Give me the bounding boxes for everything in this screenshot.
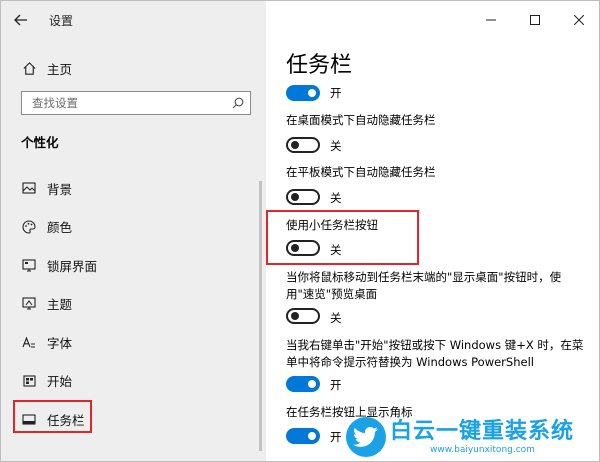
autohide-desktop-toggle[interactable] (286, 137, 320, 153)
search-box[interactable] (21, 91, 251, 115)
small-buttons-highlight-box (266, 210, 419, 265)
palette-icon (21, 219, 37, 235)
watermark: 白云一键重装系统 www.baiyunxitong.com (346, 415, 596, 459)
toggle-state: 关 (330, 311, 342, 325)
setting-label: 在平板模式下自动隐藏任务栏 (286, 165, 436, 179)
sidebar-item-label: 背景 (47, 181, 73, 197)
close-button[interactable] (557, 1, 599, 39)
toggle-state: 开 (330, 430, 342, 444)
toggle-state: 关 (330, 139, 342, 153)
setting-label: 在桌面模式下自动隐藏任务栏 (286, 113, 436, 127)
toggle-state: 开 (330, 378, 342, 392)
autohide-tablet-toggle[interactable] (286, 189, 320, 205)
minimize-icon (486, 19, 496, 21)
sidebar-item-label: 主页 (47, 61, 73, 77)
settings-window: 设置 主页 个性化 背景 (0, 0, 600, 462)
title-bar-left: 设置 (1, 1, 266, 39)
image-icon (21, 180, 37, 196)
theme-icon (21, 296, 37, 312)
sidebar-item-label: 开始 (47, 374, 73, 390)
setting-label: 单中将命令提示符替换为 Windows PowerShell (286, 355, 534, 369)
sidebar-item-label: 颜色 (47, 220, 73, 236)
sidebar-item-label: 锁屏界面 (47, 258, 98, 274)
app-title: 设置 (49, 13, 74, 28)
font-icon (21, 334, 37, 350)
watermark-url: www.baiyunxitong.com (430, 445, 535, 455)
sidebar-item-theme[interactable]: 主题 (1, 285, 266, 324)
toggle-state: 开 (330, 86, 342, 100)
back-button[interactable] (1, 1, 41, 39)
maximize-icon (530, 15, 540, 25)
sidebar-item-color[interactable]: 颜色 (1, 208, 266, 247)
sidebar-scrollbar[interactable] (259, 181, 262, 451)
start-icon (21, 373, 37, 389)
sidebar-item-start[interactable]: 开始 (1, 362, 266, 401)
lock-screen-icon (21, 257, 37, 273)
back-arrow-icon (14, 14, 27, 26)
sidebar-item-font[interactable]: 字体 (1, 323, 266, 362)
sidebar-item-lock-screen[interactable]: 锁屏界面 (1, 246, 266, 285)
sidebar-item-label: 字体 (47, 335, 73, 351)
minimize-button[interactable] (469, 1, 513, 39)
close-icon (574, 15, 584, 25)
bird-logo-icon (346, 417, 386, 457)
lock-taskbar-toggle[interactable] (286, 85, 320, 101)
main-panel: 任务栏 开 在桌面模式下自动隐藏任务栏 关 在平板模式下自动隐藏任务栏 关 使用… (266, 1, 599, 461)
setting-label: 当你将鼠标移动到任务栏末端的"显示桌面"按钮时，使 (286, 270, 562, 284)
peek-desktop-toggle[interactable] (286, 308, 320, 324)
toggle-state: 关 (330, 191, 342, 205)
home-icon (21, 60, 37, 76)
taskbar-highlight-box (13, 400, 92, 433)
sidebar-item-home[interactable]: 主页 (1, 53, 266, 83)
badges-toggle[interactable] (286, 428, 320, 444)
maximize-button[interactable] (513, 1, 557, 39)
watermark-text: 白云一键重装系统 (390, 419, 575, 444)
window-controls (469, 1, 599, 39)
sidebar-item-label: 主题 (47, 297, 73, 313)
search-input[interactable] (32, 96, 232, 110)
page-title: 任务栏 (286, 53, 353, 78)
setting-label: 用"速览"预览桌面 (286, 287, 378, 301)
watermark-text-group: 白云一键重装系统 www.baiyunxitong.com (390, 419, 574, 455)
search-icon[interactable] (232, 94, 244, 113)
sidebar: 设置 主页 个性化 背景 (1, 1, 266, 461)
sidebar-nav: 背景 颜色 锁屏界面 主题 字体 开始 任务栏 (1, 169, 266, 439)
section-title: 个性化 (21, 135, 59, 150)
setting-label: 当我右键单击"开始"按钮或按下 Windows 键+X 时，在菜 (286, 338, 584, 352)
sidebar-item-background[interactable]: 背景 (1, 169, 266, 208)
powershell-toggle[interactable] (286, 376, 320, 392)
